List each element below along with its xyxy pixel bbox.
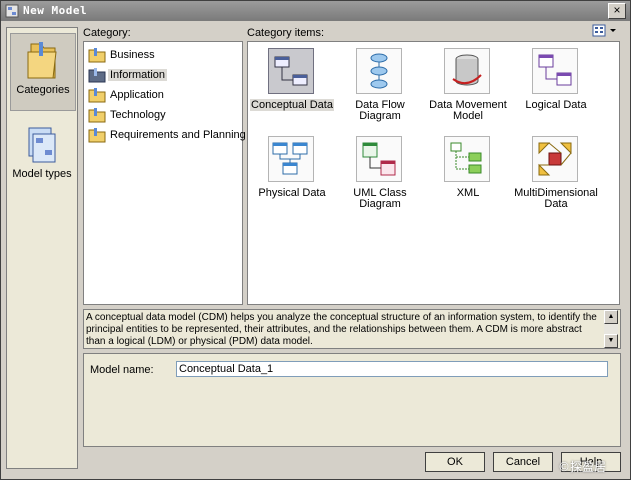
model-name-label: Model name: xyxy=(90,364,154,376)
description-box: A conceptual data model (CDM) helps you … xyxy=(83,309,621,349)
item-xml[interactable]: XML xyxy=(424,136,512,218)
category-item-label: Information xyxy=(108,69,168,81)
nav-model-types[interactable]: Model types xyxy=(10,122,74,184)
conceptual-data-icon xyxy=(274,56,308,86)
triangle-down-icon: ▼ xyxy=(607,337,615,344)
folder-icon xyxy=(88,108,106,123)
item-icon-box xyxy=(532,136,578,182)
item-icon-box xyxy=(444,136,490,182)
categories-folder-icon xyxy=(27,42,57,79)
model-name-input[interactable] xyxy=(176,361,608,377)
category-item-requirements[interactable]: Requirements and Planning xyxy=(86,126,246,144)
item-logical-data[interactable]: Logical Data xyxy=(512,48,600,130)
xml-icon xyxy=(450,142,482,174)
ok-button[interactable]: OK xyxy=(425,452,485,472)
item-multidimensional-data[interactable]: MultiDimensional Data xyxy=(512,136,600,218)
category-item-information[interactable]: Information xyxy=(86,66,238,84)
item-label: Data Movement Model xyxy=(429,99,507,122)
cancel-button[interactable]: Cancel xyxy=(493,452,553,472)
item-label: MultiDimensional Data xyxy=(514,187,598,210)
category-item-business[interactable]: Business xyxy=(86,46,238,64)
title-bar[interactable]: New Model × xyxy=(1,1,630,21)
category-item-label: Requirements and Planning xyxy=(110,129,246,141)
item-icon-box xyxy=(268,136,314,182)
category-items-pane: Conceptual Data Data Flow Diagram Data M… xyxy=(247,41,620,305)
logical-data-icon xyxy=(538,54,572,86)
data-flow-diagram-icon xyxy=(370,53,388,89)
folder-icon xyxy=(88,48,106,63)
description-scrollbar[interactable]: ▲ ▼ xyxy=(604,310,618,348)
folder-icon xyxy=(88,128,106,143)
item-physical-data[interactable]: Physical Data xyxy=(248,136,336,218)
category-list[interactable]: Business Information Application Technol… xyxy=(83,41,246,305)
model-types-icon xyxy=(28,127,56,163)
category-label: Category: xyxy=(83,27,131,39)
item-icon-box xyxy=(532,48,578,94)
category-item-label: Business xyxy=(110,49,155,61)
item-label: XML xyxy=(456,187,480,199)
category-items-label: Category items: xyxy=(247,27,325,39)
category-item-technology[interactable]: Technology xyxy=(86,106,238,124)
category-item-application[interactable]: Application xyxy=(86,86,238,104)
folder-icon xyxy=(88,68,106,83)
dialog-body: Categories Model types Category: Busines… xyxy=(1,21,630,479)
item-icon-box xyxy=(356,48,402,94)
item-icon-box xyxy=(268,48,314,94)
triangle-up-icon: ▲ xyxy=(607,313,615,320)
view-mode-icon[interactable] xyxy=(591,23,619,39)
item-label: Conceptual Data xyxy=(250,99,334,111)
uml-class-icon xyxy=(362,142,396,176)
multidimensional-data-icon xyxy=(538,142,572,176)
folder-icon xyxy=(88,88,106,103)
item-data-movement-model[interactable]: Data Movement Model xyxy=(424,48,512,130)
description-text: A conceptual data model (CDM) helps you … xyxy=(86,312,597,347)
item-data-flow-diagram[interactable]: Data Flow Diagram xyxy=(336,48,424,130)
item-label: Physical Data xyxy=(258,187,326,199)
database-icon xyxy=(452,54,482,86)
category-item-label: Application xyxy=(110,89,164,101)
app-icon xyxy=(5,4,19,18)
watermark: ©探盈居 xyxy=(558,460,607,474)
scroll-up-button[interactable]: ▲ xyxy=(604,310,618,324)
item-uml-class-diagram[interactable]: UML Class Diagram xyxy=(336,136,424,218)
item-label: UML Class Diagram xyxy=(353,187,407,210)
nav-pane: Categories Model types xyxy=(6,27,78,469)
physical-data-icon xyxy=(272,142,308,175)
item-conceptual-data[interactable]: Conceptual Data xyxy=(248,48,336,130)
nav-categories-label: Categories xyxy=(16,84,70,96)
close-icon: × xyxy=(613,3,621,17)
nav-categories[interactable]: Categories xyxy=(10,33,76,111)
nav-model-types-label: Model types xyxy=(12,168,72,180)
new-model-dialog: New Model × Categories Model types Categ… xyxy=(0,0,631,480)
item-label: Data Flow Diagram xyxy=(355,99,405,122)
window-title: New Model xyxy=(23,4,88,17)
item-icon-box xyxy=(444,48,490,94)
item-icon-box xyxy=(356,136,402,182)
model-name-panel: Model name: xyxy=(83,353,621,447)
scroll-down-button[interactable]: ▼ xyxy=(604,334,618,348)
close-button[interactable]: × xyxy=(608,3,626,19)
item-label: Logical Data xyxy=(525,99,587,111)
category-item-label: Technology xyxy=(110,109,166,121)
